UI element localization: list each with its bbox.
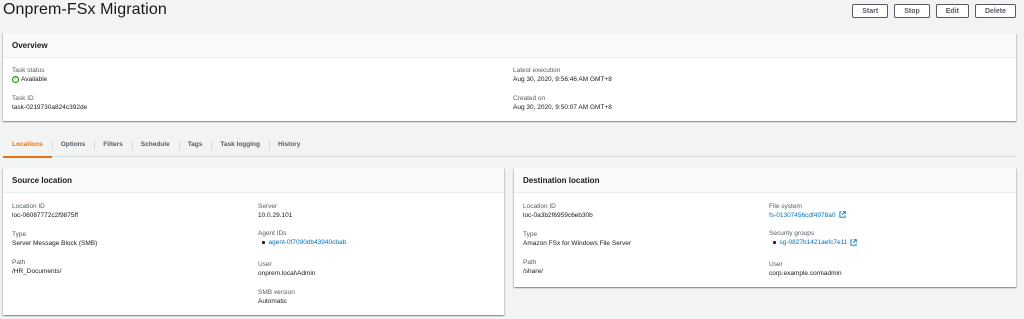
agent-id-list-item: agent-0f7090db43940cbab <box>258 238 347 247</box>
created-on: Created on Aug 30, 2020, 9:50:07 AM GMT+… <box>513 94 612 112</box>
source-agent-ids-label: Agent IDs <box>258 230 287 237</box>
agent-id-link[interactable]: agent-0f7090db43940cbab <box>269 238 347 247</box>
start-button[interactable]: Start <box>852 4 889 18</box>
edit-button[interactable]: Edit <box>935 4 969 18</box>
source-smb-version-label: SMB version <box>258 289 295 296</box>
task-id: Task ID task-0219730a824c392de <box>12 94 87 112</box>
destination-file-system-label: File system <box>769 203 802 210</box>
destination-user-label: User <box>769 261 783 268</box>
destination-type: Type Amazon FSx for Windows File Server <box>523 230 631 248</box>
tab-bar: Locations Options Filters Schedule Tags … <box>3 133 1016 158</box>
external-link-icon[interactable] <box>838 211 846 218</box>
page-title: Onprem-FSx Migration <box>3 1 167 18</box>
source-path-value: /HR_Documents/ <box>12 268 62 275</box>
destination-type-value: Amazon FSx for Windows File Server <box>523 240 632 247</box>
source-path-label: Path <box>12 259 26 266</box>
header-actions: Start Stop Edit Delete <box>852 4 1016 18</box>
task-status-text: Available <box>21 76 48 83</box>
destination-location-id-label: Location ID <box>523 203 556 210</box>
source-location-title: Source location <box>3 168 504 193</box>
source-type-label: Type <box>12 231 27 238</box>
security-group-link[interactable]: sg-0827b1421aefc7e11 <box>780 238 848 247</box>
source-location-id: Location ID loc-06087772c2f9875ff <box>12 202 78 220</box>
created-on-value: Aug 30, 2020, 9:50:07 AM GMT+8 <box>513 104 612 111</box>
overview-title: Overview <box>3 33 1016 58</box>
task-id-label: Task ID <box>12 95 34 102</box>
source-smb-version-value: Automatic <box>258 298 287 305</box>
destination-path: Path /share/ <box>523 258 543 276</box>
tab-task-logging[interactable]: Task logging <box>211 133 269 157</box>
source-server-label: Server <box>258 203 278 210</box>
destination-path-label: Path <box>523 259 537 266</box>
delete-button[interactable]: Delete <box>974 4 1016 18</box>
latest-execution-link[interactable]: Aug 30, 2020, 9:56:46 AM GMT+8 <box>513 75 612 84</box>
source-type-value: Server Message Block (SMB) <box>12 240 98 247</box>
external-link-icon[interactable] <box>850 239 858 246</box>
tab-schedule[interactable]: Schedule <box>131 133 179 157</box>
created-on-label: Created on <box>513 95 546 102</box>
tab-locations[interactable]: Locations <box>3 133 52 158</box>
destination-location-id-link[interactable]: loc-0a3b2f6959c6eb30b <box>523 211 593 220</box>
source-location-id-label: Location ID <box>12 203 45 210</box>
task-id-value: task-0219730a824c392de <box>12 104 88 111</box>
source-smb-version: SMB version Automatic <box>258 288 295 306</box>
destination-path-value: /share/ <box>523 268 543 275</box>
destination-location-title: Destination location <box>514 168 1016 193</box>
source-user-label: User <box>258 261 272 268</box>
task-status-value: ✓ Available <box>12 75 47 84</box>
destination-user-value: corp.example.com\admin <box>769 270 842 277</box>
destination-file-system-value: fs-01307456cdf4978a0 <box>769 211 846 220</box>
overview-panel: Overview Task status ✓ Available Task ID… <box>3 33 1016 121</box>
destination-file-system: File system fs-01307456cdf4978a0 <box>769 202 846 220</box>
source-agent-ids: Agent IDs agent-0f7090db43940cbab <box>258 229 346 247</box>
latest-execution-label: Latest execution <box>513 67 561 74</box>
task-status-label: Task status <box>12 67 45 74</box>
tab-history[interactable]: History <box>269 133 309 157</box>
source-user-value: onprem.local\Admin <box>258 270 316 277</box>
file-system-link[interactable]: fs-01307456cdf4978a0 <box>769 212 836 219</box>
task-status: Task status ✓ Available <box>12 66 47 84</box>
tab-tags[interactable]: Tags <box>178 133 212 157</box>
tab-options[interactable]: Options <box>51 133 95 157</box>
source-server-value: 10.0.29.101 <box>258 212 293 219</box>
source-path: Path /HR_Documents/ <box>12 258 62 276</box>
destination-security-groups-label: Security groups <box>769 230 815 237</box>
destination-location-panel: Destination location Location ID loc-0a3… <box>514 168 1016 287</box>
destination-type-label: Type <box>523 231 538 238</box>
stop-button[interactable]: Stop <box>894 4 930 18</box>
source-server: Server 10.0.29.101 <box>258 202 292 220</box>
check-circle-icon: ✓ <box>12 76 19 83</box>
source-type: Type Server Message Block (SMB) <box>12 230 97 248</box>
security-group-list-item: sg-0827b1421aefc7e11 <box>769 238 858 247</box>
destination-user: User corp.example.com\admin <box>769 260 842 278</box>
destination-security-groups: Security groups sg-0827b1421aefc7e11 <box>769 229 858 247</box>
destination-location-id: Location ID loc-0a3b2f6959c6eb30b <box>523 202 593 220</box>
source-location-panel: Source location Location ID loc-06087772… <box>3 168 504 315</box>
latest-execution: Latest execution Aug 30, 2020, 9:56:46 A… <box>513 66 612 84</box>
tab-filters[interactable]: Filters <box>94 133 132 157</box>
source-user: User onprem.local\Admin <box>258 260 315 278</box>
source-location-id-link[interactable]: loc-06087772c2f9875ff <box>12 211 78 220</box>
